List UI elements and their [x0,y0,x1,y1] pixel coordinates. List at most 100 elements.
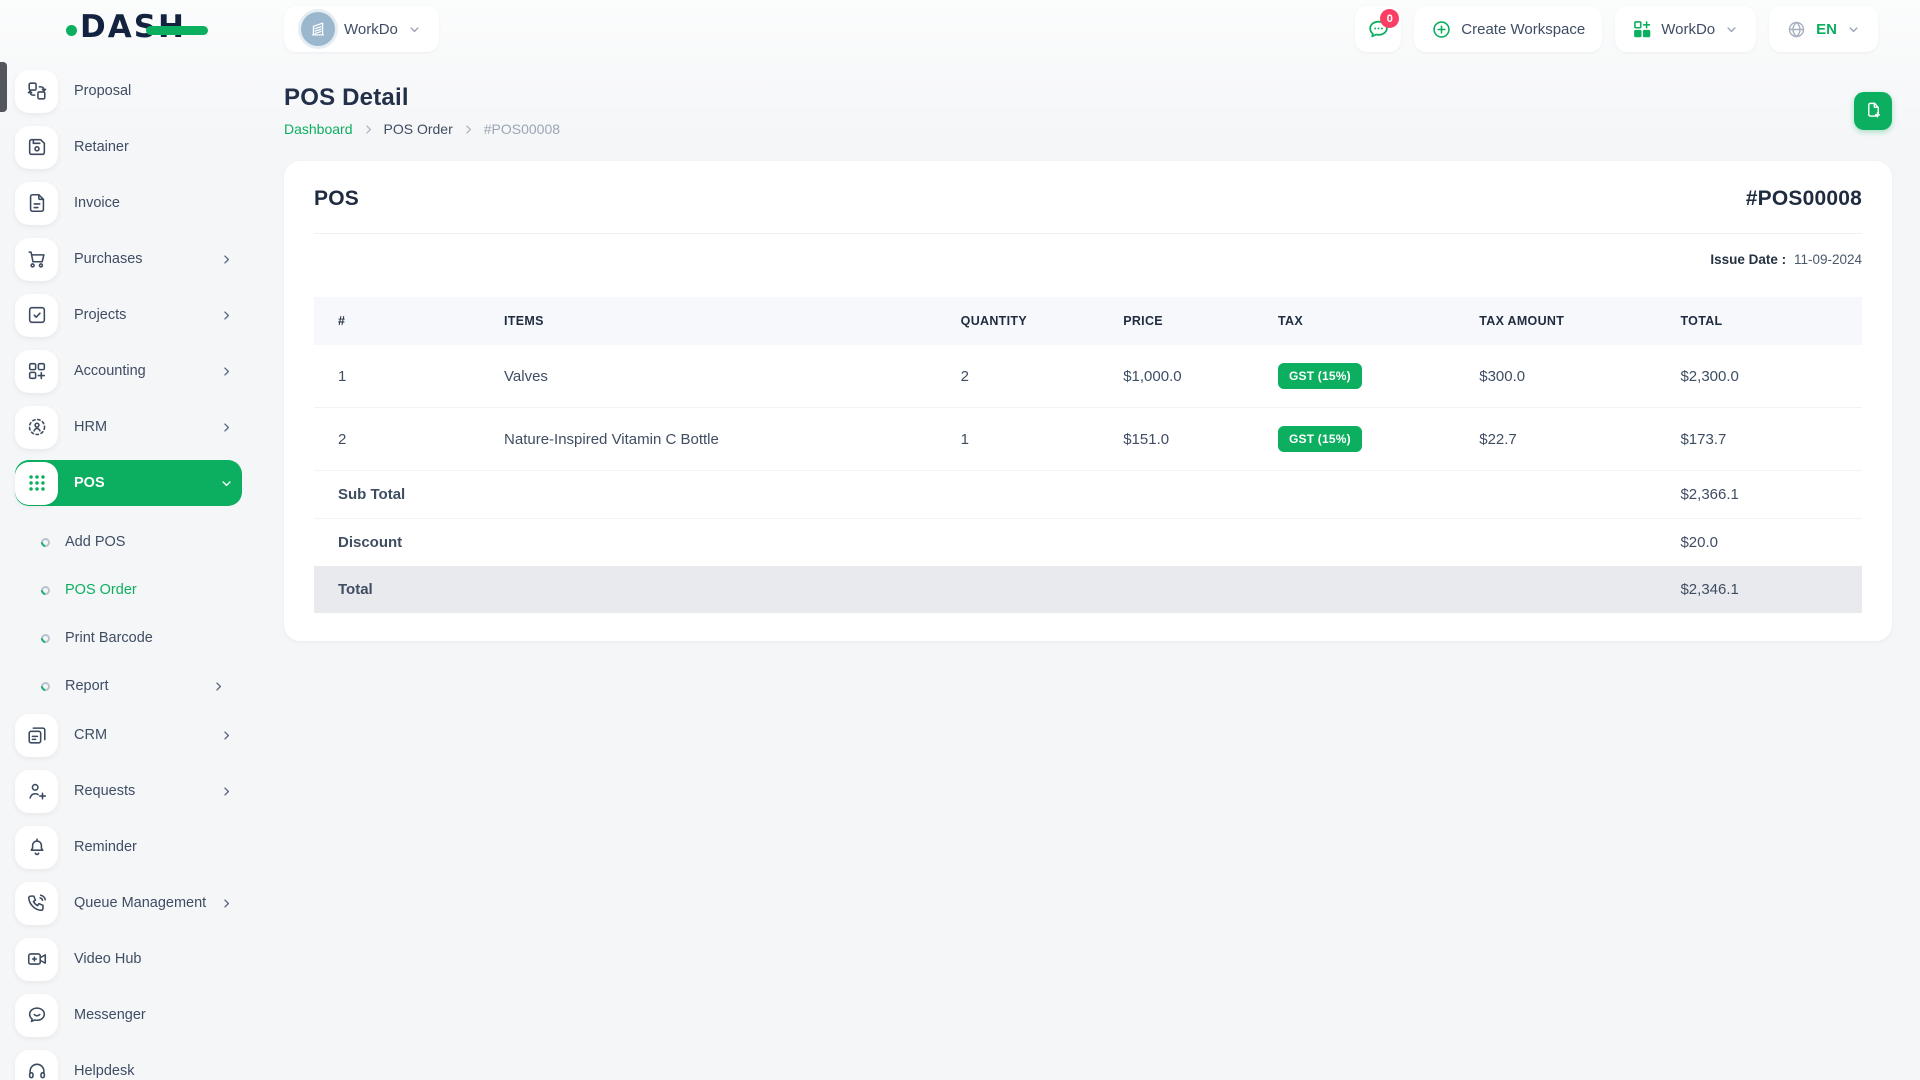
video-icon [15,937,58,981]
plus-circle-icon [1431,19,1452,40]
sidebar-item-reminder[interactable]: Reminder [15,824,242,870]
workdo-menu-button[interactable]: WorkDo [1615,6,1757,52]
sidebar-item-accounting[interactable]: Accounting [15,348,242,394]
sidebar-subitem-report[interactable]: Report [39,662,232,710]
logo-bar-icon [146,26,208,35]
sidebar-subitem-label: POS Order [65,582,137,598]
table-column-header: QUANTITY [948,297,1112,345]
sidebar-subitem-label: Print Barcode [65,630,153,646]
table-column-header: TAX [1266,297,1468,345]
create-workspace-label: Create Workspace [1461,20,1586,38]
table-cell: 1 [338,367,347,385]
table-column-header: # [314,297,493,345]
chevron-right-icon [219,364,234,379]
breadcrumb-dashboard-link[interactable]: Dashboard [284,121,353,137]
topbar-actions: 0 Create Workspace WorkDo EN [1355,6,1878,52]
sidebar-item-purchases[interactable]: Purchases [15,236,242,282]
sidebar-item-label: CRM [74,727,108,743]
table-cell: $22.7 [1467,407,1669,471]
sidebar-item-video-hub[interactable]: Video Hub [15,936,242,982]
sidebar-subitem-label: Add POS [65,534,126,550]
sidebar-subitem-pos-order[interactable]: POS Order [39,566,232,614]
sidebar-item-label: HRM [74,419,108,435]
sidebar-item-label: Projects [74,307,127,323]
file-plus-icon [1864,101,1883,120]
sidebar-item-pos[interactable]: POS [15,460,242,506]
sidebar-item-label: Retainer [74,139,129,155]
tax-cell: GST (15%) [1266,407,1468,471]
bullet-icon [39,631,52,645]
summary-spacer [492,518,1669,566]
tax-badge: GST (15%) [1278,363,1362,389]
queue-icon [15,881,58,925]
sidebar-item-label: Video Hub [74,951,142,967]
purchases-icon [15,237,58,281]
globe-icon [1786,19,1807,40]
issue-date: Issue Date : 11-09-2024 [314,252,1862,267]
summary-label: Discount [314,518,493,566]
messages-button[interactable]: 0 [1355,6,1402,52]
create-workspace-button[interactable]: Create Workspace [1414,6,1603,52]
notification-badge: 0 [1380,9,1400,28]
crm-icon [15,713,58,757]
language-selector[interactable]: EN [1769,6,1878,52]
breadcrumb: Dashboard POS Order #POS00008 [284,121,560,137]
topbar: WorkDo 0 Create Workspace WorkDo EN [256,0,1920,58]
table-cell: $173.7 [1668,407,1862,471]
breadcrumb-current: #POS00008 [483,121,561,137]
pos-detail-card: POS #POS00008 Issue Date : 11-09-2024 # I… [284,161,1892,641]
table-cell: $1,000.0 [1123,367,1182,385]
sidebar-item-messenger[interactable]: Messenger [15,992,242,1038]
sidebar-item-requests[interactable]: Requests [15,768,242,814]
breadcrumb-pos-order-link[interactable]: POS Order [384,121,453,137]
proposal-icon [15,69,58,113]
messenger-icon [15,993,58,1037]
sidebar-item-proposal[interactable]: Proposal [15,68,242,114]
logo-dot-icon [66,25,77,36]
tax-badge: GST (15%) [1278,426,1362,452]
summary-row-discount: Discount $20.0 [314,518,1862,566]
workspace-name: WorkDo [344,20,398,38]
pos-number: #POS00008 [1745,187,1862,210]
card-header: POS #POS00008 [314,187,1862,211]
table-cell: $300.0 [1479,367,1526,385]
table-header-row: # ITEMS QUANTITY PRICE TAX TAX AMOUNT TOTAL [314,297,1862,345]
workdo-menu-label: WorkDo [1661,20,1716,38]
sidebar-item-queue-management[interactable]: Queue Management [15,880,242,926]
pos-icon [15,461,58,505]
workspace-avatar [301,12,335,46]
table-cell: Valves [504,367,548,385]
sidebar-subitem-add-pos[interactable]: Add POS [39,518,232,566]
sidebar-item-label: Requests [74,783,136,799]
page-header: POS Detail Dashboard POS Order #POS00008 [284,84,1892,137]
sidebar-subitem-print-barcode[interactable]: Print Barcode [39,614,232,662]
brand-logo[interactable]: DASH [0,0,256,58]
sidebar-item-projects[interactable]: Projects [15,292,242,338]
sidebar-item-label: POS [74,475,105,491]
workspace-selector[interactable]: WorkDo [284,6,439,52]
chevron-down-icon [1724,22,1739,37]
sidebar-item-label: Helpdesk [74,1063,135,1079]
summary-row-total: Total $2,346.1 [314,566,1862,613]
summary-spacer [492,566,1669,613]
sidebar-item-label: Accounting [74,363,146,379]
summary-value: $2,366.1 [1668,470,1862,519]
table-cell: 2 [314,407,493,471]
sidebar-item-label: Queue Management [74,895,207,911]
main-content: POS Detail Dashboard POS Order #POS00008… [256,58,1920,1080]
page-title: POS Detail [284,84,409,111]
sidebar-item-helpdesk[interactable]: Helpdesk [15,1048,242,1080]
chevron-right-icon [219,252,234,267]
sidebar-nav: Proposal Retainer Invoice Purchases Projects… [0,58,256,1080]
export-pos-button[interactable] [1854,91,1892,130]
invoice-icon [15,181,58,225]
chevron-right-icon [219,896,234,911]
table-cell: 1 [948,407,1112,471]
table-cell: Nature-Inspired Vitamin C Bottle [492,407,949,471]
chevron-right-icon [211,679,232,694]
sidebar-item-invoice[interactable]: Invoice [15,180,242,226]
sidebar-item-retainer[interactable]: Retainer [15,124,242,170]
sidebar-item-hrm[interactable]: HRM [15,404,242,450]
pos-items-table: # ITEMS QUANTITY PRICE TAX TAX AMOUNT TOTAL 1 V… [314,297,1862,613]
sidebar-item-crm[interactable]: CRM [15,712,242,758]
